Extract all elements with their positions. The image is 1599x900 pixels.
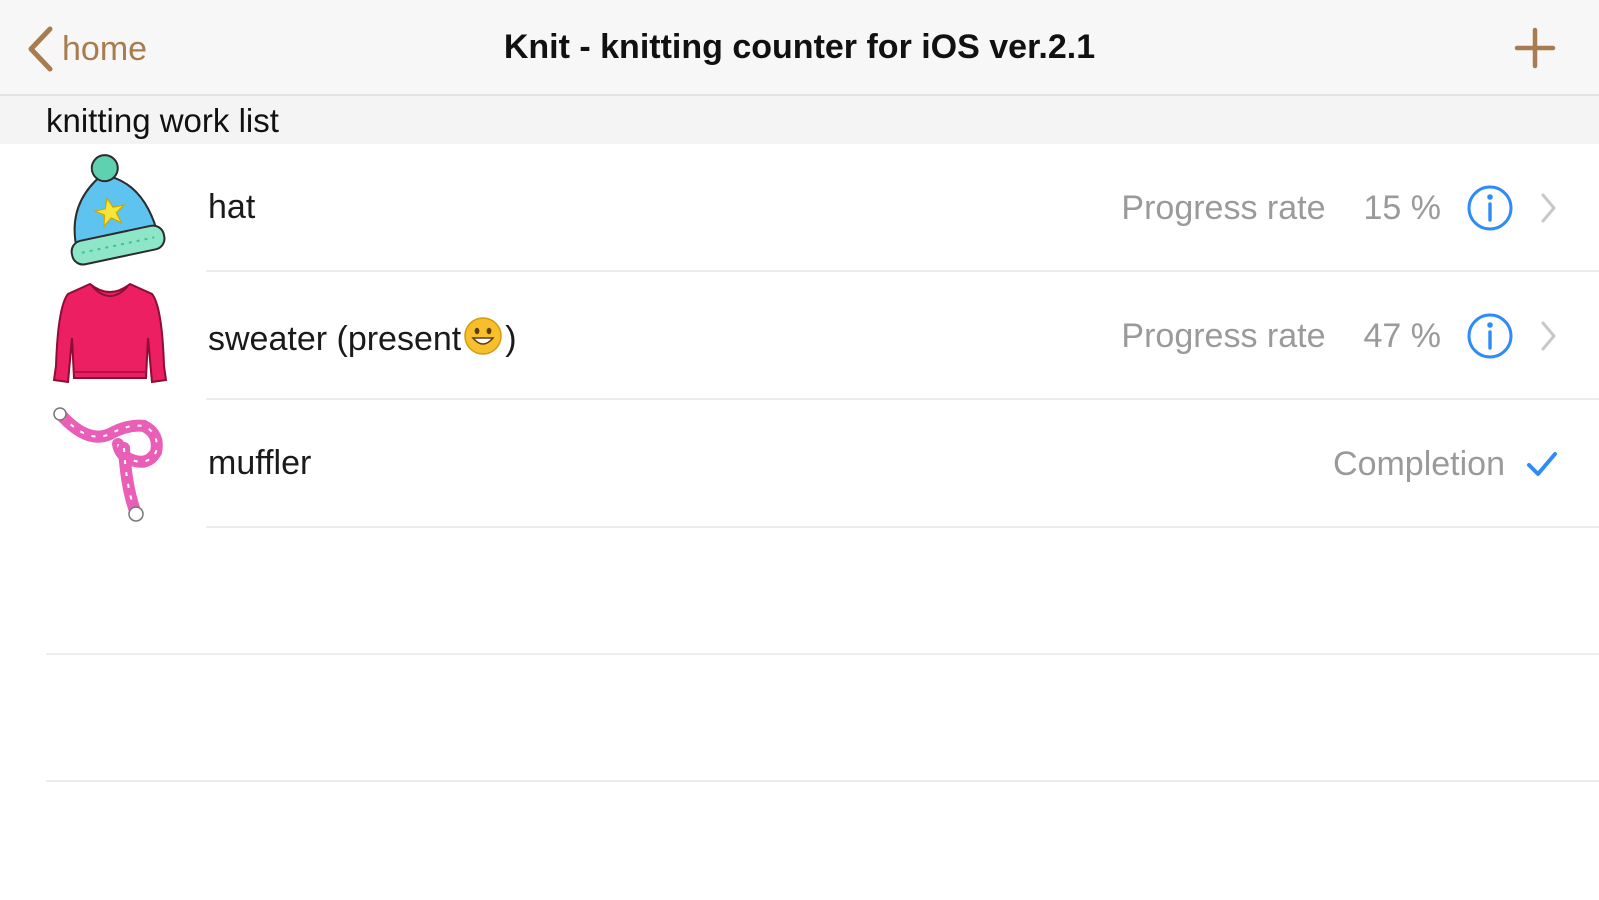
progress-label: Progress rate <box>1121 188 1326 227</box>
hat-icon <box>70 154 166 266</box>
item-title-text: sweater (present <box>208 320 462 358</box>
plus-icon <box>1514 27 1556 69</box>
list-item-muffler[interactable]: muffler Completion <box>0 400 1599 528</box>
muffler-icon <box>53 407 163 522</box>
info-icon[interactable] <box>1465 183 1515 233</box>
item-title: muffler <box>208 444 312 482</box>
info-icon[interactable] <box>1465 311 1515 361</box>
item-accessory: Progress rate 47 % <box>1121 272 1559 400</box>
add-button[interactable] <box>1513 26 1557 70</box>
page-title: Knit - knitting counter for iOS ver.2.1 <box>503 28 1096 66</box>
progress-label: Progress rate <box>1121 316 1326 355</box>
list-item-hat[interactable]: hat Progress rate 15 % <box>0 144 1599 272</box>
work-list: hat Progress rate 15 % sweater (present <box>0 144 1599 528</box>
list-item-sweater[interactable]: sweater (present ) Progress rate 47 % <box>0 272 1599 400</box>
chevron-right-icon <box>1541 321 1556 351</box>
item-accessory: Progress rate 15 % <box>1121 144 1559 272</box>
item-title: hat <box>208 188 256 226</box>
item-title-suffix: ) <box>505 320 517 358</box>
section-title: knitting work list <box>46 102 279 139</box>
completion-label: Completion <box>1333 444 1505 483</box>
sweater-icon <box>52 282 168 384</box>
row-separator <box>206 526 1599 528</box>
grinning-face-emoji-icon <box>464 317 502 355</box>
navigation-bar: home Knit - knitting counter for iOS ver… <box>0 0 1599 96</box>
progress-value: 15 % <box>1363 188 1442 227</box>
item-accessory: Completion <box>1333 400 1559 528</box>
item-title: sweater (present ) <box>208 316 517 359</box>
empty-row-separator <box>46 780 1599 782</box>
empty-row-separator <box>46 653 1599 655</box>
chevron-right-icon <box>1541 193 1556 223</box>
section-header: knitting work list <box>0 96 1599 144</box>
progress-value: 47 % <box>1363 316 1442 355</box>
checkmark-icon <box>1527 452 1557 476</box>
